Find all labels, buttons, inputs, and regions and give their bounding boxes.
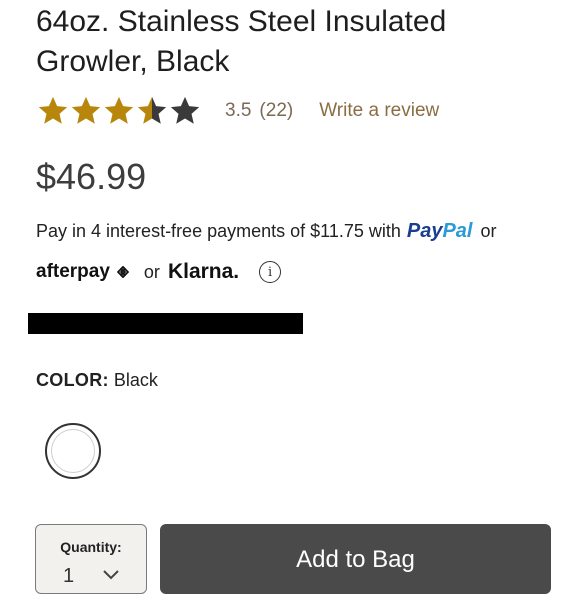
redacted-block [28,313,303,334]
quantity-label: Quantity: [60,539,122,555]
color-selection-label: COLOR: Black [36,370,158,391]
star-icon [38,96,68,124]
or-text-2: or [143,261,160,282]
rating-value: 3.5 [225,100,252,121]
write-review-link[interactable]: Write a review [319,100,439,122]
quantity-selector[interactable]: Quantity: 1 [35,524,147,594]
or-text: or [480,221,497,241]
star-rating [36,94,201,128]
product-title: 64oz. Stainless Steel Insulated Growler,… [36,5,447,78]
installment-info: Pay in 4 interest-free payments of $11.7… [36,220,497,243]
afterpay-logo[interactable]: afterpay [36,261,134,283]
quantity-value: 1 [63,565,75,587]
star-icon [71,96,101,124]
color-swatch-black[interactable] [45,423,101,479]
info-icon[interactable]: i [259,261,282,283]
rating-row: 3.5 (22) Write a review [36,94,439,128]
color-label: COLOR: [36,370,109,390]
review-count[interactable]: (22) [259,100,293,122]
half-star-icon [137,96,167,124]
color-swatch-inner [51,429,95,473]
klarna-logo[interactable]: Klarna. [168,260,239,284]
afterpay-logo-text: afterpay [36,261,110,282]
bnpl-options: afterpay or Klarna. i [36,256,282,288]
paypal-logo[interactable]: PayPal [407,220,473,243]
afterpay-arrows-icon [117,266,129,278]
paypal-logo-part1: Pay [406,220,443,242]
empty-star-icon [170,96,200,124]
chevron-down-icon [103,570,119,580]
paypal-logo-part2: Pal [442,220,473,242]
color-value: Black [113,370,158,390]
product-price: $46.99 [36,156,147,197]
installment-text: Pay in 4 interest-free payments of $11.7… [36,221,401,241]
add-to-bag-button[interactable]: Add to Bag [160,524,551,594]
star-icon [104,96,134,124]
